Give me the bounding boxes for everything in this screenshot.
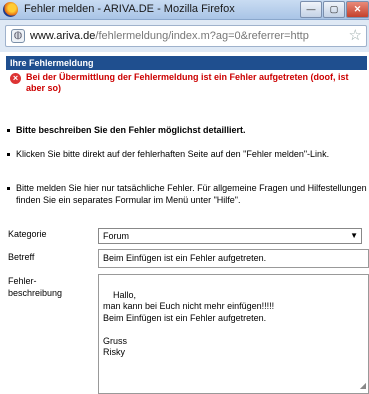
category-label: Kategorie [8,229,47,239]
page-content: Ihre Fehlermeldung × Bei der Übermittlun… [0,52,369,394]
firefox-icon [3,2,18,17]
globe-icon[interactable]: ◍ [11,29,25,43]
minimize-button[interactable]: — [300,1,322,18]
hint-item: Bitte beschreiben Sie den Fehler möglich… [7,124,368,136]
description-text: Hallo, man kann bei Euch nicht mehr einf… [103,289,275,358]
url-input[interactable]: ◍ www.ariva.de/fehlermeldung/index.m?ag=… [5,25,367,47]
close-button[interactable]: ✕ [346,1,369,18]
hint-item: Bitte melden Sie hier nur tatsächliche F… [7,183,367,205]
error-icon: × [10,73,21,84]
error-message: Bei der Übermittlung der Fehlermeldung i… [26,72,349,93]
chevron-down-icon: ▼ [350,231,358,240]
category-value: Forum [103,231,130,241]
section-title: Ihre Fehlermeldung [6,56,367,70]
subject-label: Betreff [8,252,35,262]
bookmark-star-icon[interactable]: ☆ [349,27,362,45]
description-label: Fehler- beschreibung [8,276,63,298]
category-select[interactable]: Forum ▼ [98,228,362,244]
subject-input[interactable]: Beim Einfügen ist ein Fehler aufgetreten… [98,249,369,268]
url-text: www.ariva.de/fehlermeldung/index.m?ag=0&… [30,30,309,42]
address-bar: ◍ www.ariva.de/fehlermeldung/index.m?ag=… [0,20,369,52]
resize-handle-icon[interactable]: ◢ [360,380,366,392]
description-textarea[interactable]: Hallo, man kann bei Euch nicht mehr einf… [98,274,369,394]
window-titlebar: Fehler melden - ARIVA.DE - Mozilla Firef… [0,0,369,20]
hint-item: Klicken Sie bitte direkt auf der fehlerh… [7,148,368,160]
window-title: Fehler melden - ARIVA.DE - Mozilla Firef… [24,3,235,15]
maximize-button[interactable]: ▢ [323,1,345,18]
